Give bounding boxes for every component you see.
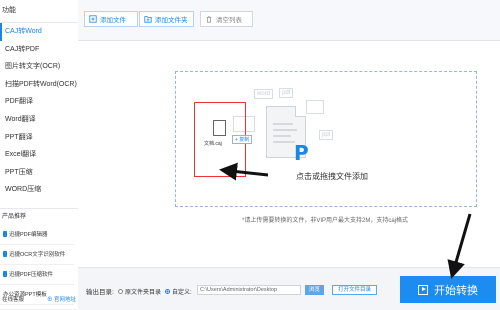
recommend-item-pdf-editor[interactable]: 迅捷PDF编辑器 <box>0 225 74 245</box>
add-folder-button[interactable]: 添加文件夹 <box>139 11 194 27</box>
toolbar: 添加文件 添加文件夹 清空列表 <box>78 0 500 41</box>
recommend-item-pdf-compress[interactable]: 迅捷PDF压缩软件 <box>0 265 74 285</box>
product-icon <box>3 231 7 238</box>
clear-list-button[interactable]: 清空列表 <box>200 11 253 27</box>
output-dir-label: 输出目录: <box>86 289 114 296</box>
start-convert-button[interactable]: 开始转换 <box>400 276 496 303</box>
trash-icon <box>206 16 212 23</box>
output-path-input[interactable]: C:\Users\Administrator\Desktop <box>197 285 301 295</box>
add-file-button[interactable]: 添加文件 <box>84 11 138 27</box>
official-site-link[interactable]: ⊕ 官网地址 <box>47 295 76 303</box>
globe-icon: ⊕ <box>46 297 53 303</box>
sidebar-item-caj-to-pdf[interactable]: CAJ转PDF <box>0 41 78 59</box>
dragged-file-caption: 文档.caj <box>204 141 222 147</box>
recommend-label: 迅捷OCR文字识别软件 <box>9 252 66 259</box>
add-folder-icon <box>144 16 152 23</box>
sidebar-item-image-ocr[interactable]: 图片转文字(OCR) <box>0 58 78 76</box>
add-file-label: 添加文件 <box>100 17 126 24</box>
sidebar-item-word-compress[interactable]: WORD压缩 <box>0 181 78 199</box>
radio-custom-label: 自定义: <box>172 290 192 296</box>
sidebar-item-pdf-translate[interactable]: PDF翻译 <box>0 93 78 111</box>
ghost-doc-icon <box>306 100 324 114</box>
recommend-label: 迅捷PDF编辑器 <box>9 232 48 239</box>
sidebar-item-caj-to-word[interactable]: CAJ转Word <box>0 23 78 41</box>
open-folder-button[interactable]: 打开文件目录 <box>332 285 378 295</box>
browse-button[interactable]: 浏览 <box>305 285 325 295</box>
add-folder-label: 添加文件夹 <box>155 17 188 24</box>
bottom-bar: 输出目录: 原文件夹目录 自定义: C:\Users\Administrator… <box>78 267 500 310</box>
file-drop-zone[interactable]: word ppt pdf P 文档.caj + 复制 点击或拖拽文件添加 <box>175 71 477 207</box>
drop-instruction: 点击或拖拽文件添加 <box>296 172 368 181</box>
radio-on-icon <box>165 289 170 294</box>
radio-custom-folder[interactable]: 自定义: <box>165 287 192 296</box>
clear-list-label: 清空列表 <box>216 17 242 24</box>
start-convert-label: 开始转换 <box>434 284 478 297</box>
sidebar-header: 功能 <box>0 0 78 23</box>
sidebar-item-scan-pdf-ocr[interactable]: 扫描PDF转Word(OCR) <box>0 76 78 94</box>
radio-original-folder[interactable]: 原文件夹目录 <box>118 287 161 296</box>
official-site-label: 官网地址 <box>53 297 76 303</box>
sidebar-divider <box>0 199 78 209</box>
sidebar-footer: 在线客服 ⊕ 官网地址 <box>0 295 78 303</box>
online-support-link[interactable]: 在线客服 <box>2 295 24 303</box>
radio-original-label: 原文件夹目录 <box>125 290 162 296</box>
play-icon <box>418 284 428 295</box>
sidebar-item-ppt-compress[interactable]: PPT压缩 <box>0 164 78 182</box>
ghost-word-tag: word <box>254 89 274 99</box>
dragged-file-icon <box>213 120 226 136</box>
copy-tooltip: + 复制 <box>232 135 253 144</box>
main-area: word ppt pdf P 文档.caj + 复制 点击或拖拽文件添加 *请上… <box>78 41 500 267</box>
sidebar-item-word-translate[interactable]: Word翻译 <box>0 111 78 129</box>
recommend-item-ocr[interactable]: 迅捷OCR文字识别软件 <box>0 245 74 265</box>
radio-off-icon <box>118 289 123 294</box>
sidebar-function-list: CAJ转Word CAJ转PDF 图片转文字(OCR) 扫描PDF转Word(O… <box>0 23 78 199</box>
pdf-logo-icon: P <box>294 141 309 165</box>
recommend-label: 迅捷PDF压缩软件 <box>9 272 54 279</box>
ghost-ppt-tag: ppt <box>319 130 334 140</box>
upload-note: *请上传需要转换的文件，非VIP用户最大支持2M，支持caj格式 <box>241 218 408 224</box>
recommend-header: 产品推荐 <box>2 213 27 220</box>
sidebar: 功能 CAJ转Word CAJ转PDF 图片转文字(OCR) 扫描PDF转Wor… <box>0 0 79 309</box>
sidebar-item-ppt-translate[interactable]: PPT翻译 <box>0 129 78 147</box>
sidebar-item-excel-translate[interactable]: Excel翻译 <box>0 146 78 164</box>
add-file-icon <box>89 15 97 23</box>
product-icon <box>3 251 7 258</box>
ghost-pdf-tag: pdf <box>279 88 294 98</box>
product-icon <box>3 271 7 278</box>
